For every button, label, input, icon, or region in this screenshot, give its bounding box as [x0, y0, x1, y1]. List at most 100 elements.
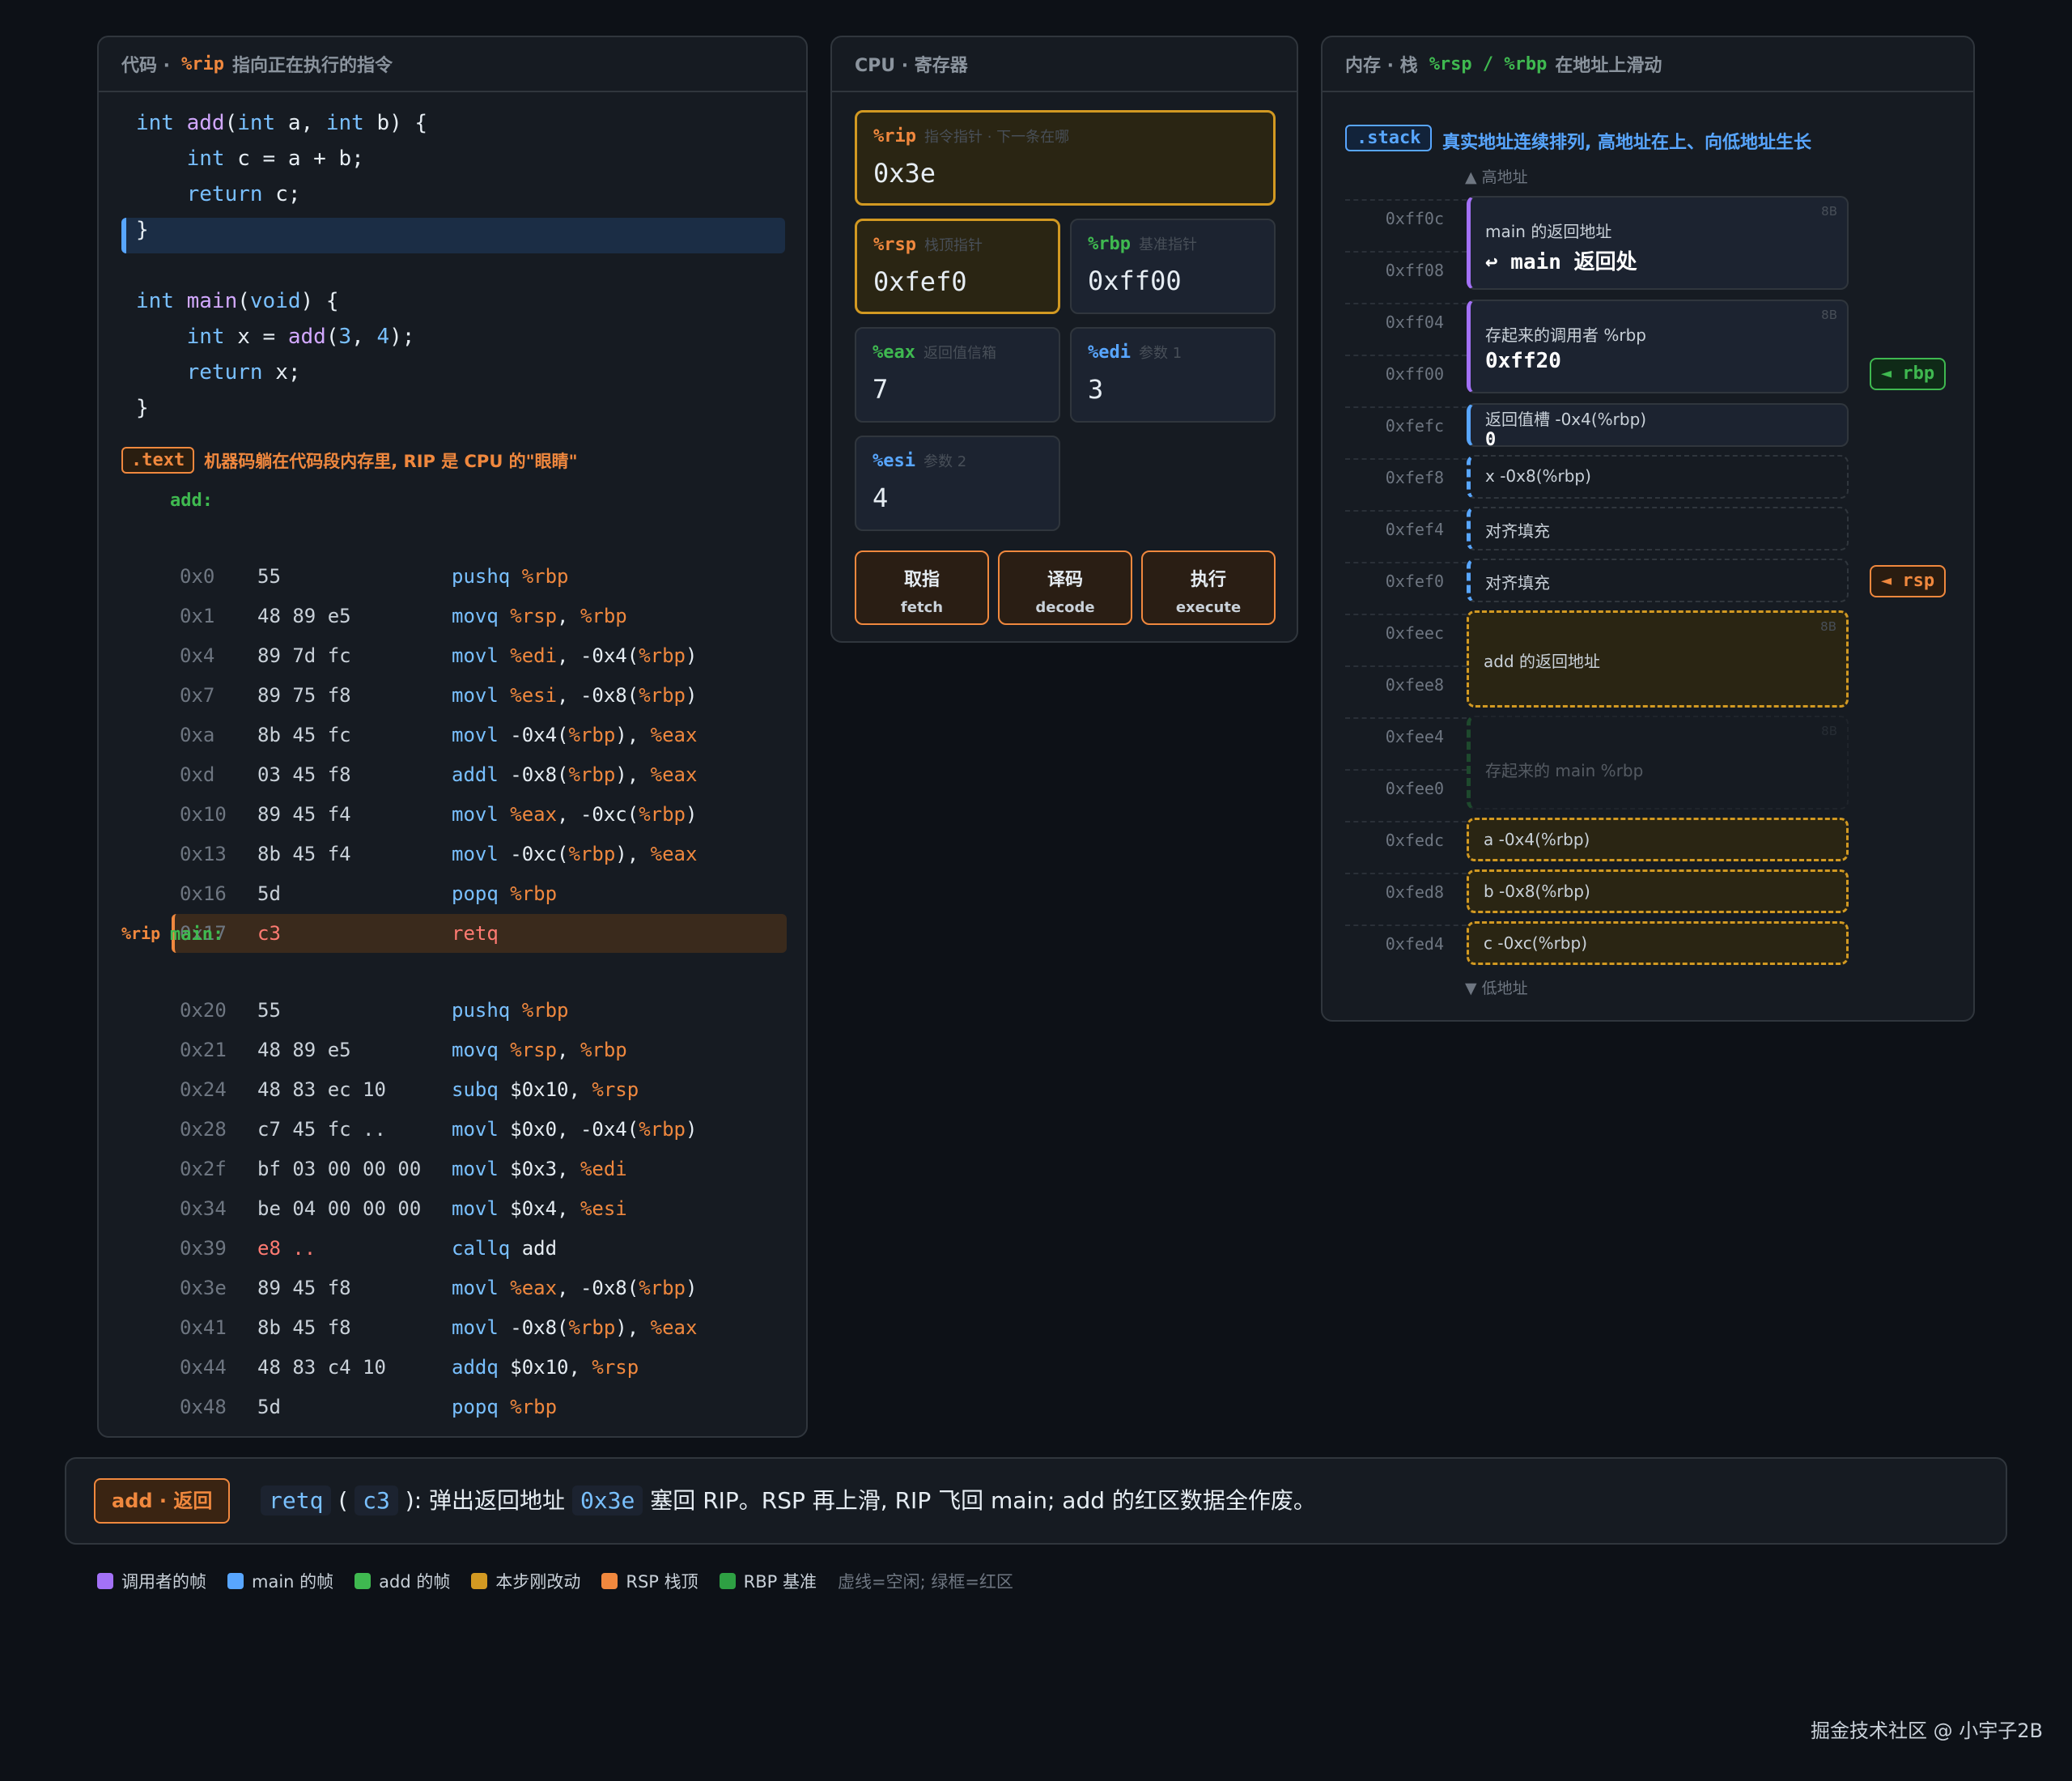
code-panel-header: 代码 · %rip 指向正在执行的指令: [99, 37, 806, 92]
asm-address: 0x16: [180, 882, 227, 905]
register-rbp-desc: 基准指针: [1138, 236, 1197, 253]
memory-address-label: 0xfee0: [1385, 779, 1444, 798]
source-line: }: [136, 218, 149, 242]
legend-label: 本步刚改动: [495, 1572, 581, 1592]
asm-instruction: movl -0x8(%rbp), %eax: [452, 1308, 697, 1347]
asm-args: %edi, -0x4(%rbp): [510, 644, 698, 667]
asm-row: 0x20 55 pushq %rbp: [99, 991, 806, 1030]
asm-bytes: 89 75 f8: [257, 684, 351, 707]
asm-instruction: retq: [452, 1427, 510, 1436]
rsp-pointer-marker: ◄ rsp: [1870, 565, 1946, 597]
asm-args: $0x0, -0x4(%rbp): [510, 1118, 698, 1141]
stage-execute-en: execute: [1175, 599, 1242, 616]
asm-instruction: movl %eax, -0x8(%rbp): [452, 1269, 697, 1307]
stage-fetch-zh: 取指: [903, 570, 940, 590]
asm-bytes: bf 03 00 00 00: [257, 1158, 422, 1180]
memory-address-label: 0xfefc: [1385, 416, 1444, 436]
source-line: int x = add(3, 4);: [186, 325, 415, 349]
status-text-paren: (: [331, 1487, 355, 1514]
text-segment-desc: 机器码躺在代码段内存里, RIP 是 CPU 的"眼睛": [204, 451, 578, 471]
asm-opcode: movl: [452, 644, 499, 667]
asm-args: -0x8(%rbp), %eax: [510, 1316, 698, 1339]
register-rbp-name: %rbp: [1088, 234, 1131, 254]
stage-decode-zh: 译码: [1047, 570, 1083, 590]
asm-address: 0x28: [180, 1118, 227, 1141]
asm-bytes: c3: [257, 922, 281, 945]
asm-bytes: 89 7d fc: [257, 644, 351, 667]
asm-row: 0xd 03 45 f8 addl -0x8(%rbp), %eax: [99, 755, 806, 794]
asm-instruction: movl $0x4, %esi: [452, 1189, 627, 1228]
register-eax: %eax 返回值信箱 7: [855, 327, 1060, 423]
asm-bytes: be 04 00 00 00: [257, 1197, 422, 1220]
asm-opcode: addl: [452, 763, 499, 786]
high-address-label: ▲ 高地址: [1465, 168, 1528, 186]
slot-main-return-value: ↩ main 返回处: [1485, 250, 1637, 274]
asm-bytes: 8b 45 fc: [257, 724, 351, 746]
asm-address: 0x34: [180, 1197, 227, 1220]
asm-address: 0xa: [180, 724, 215, 746]
status-text-part1: ): 弹出返回地址: [397, 1487, 572, 1514]
address-divider: [1345, 925, 1467, 926]
slot-size-label: 8B: [1821, 724, 1837, 738]
address-divider: [1345, 303, 1467, 304]
status-code-retq: retq: [261, 1486, 332, 1515]
asm-bytes: e8 ..: [257, 1237, 316, 1260]
asm-bytes: 55: [257, 565, 281, 588]
address-divider: [1345, 251, 1467, 253]
legend-note: 虚线=空闲; 绿框=红区: [837, 1572, 1013, 1592]
asm-instruction: addq $0x10, %rsp: [452, 1348, 639, 1387]
asm-row: 0x10 89 45 f4 movl %eax, -0xc(%rbp): [99, 795, 806, 834]
stage-execute-button[interactable]: 执行 execute: [1141, 550, 1276, 625]
slot-add-return-label: add 的返回地址: [1484, 652, 1601, 671]
code-panel: 代码 · %rip 指向正在执行的指令 int add(int a, int b…: [97, 36, 808, 1438]
asm-label-main: main:: [170, 925, 224, 945]
code-panel-title-highlight: %rip: [181, 53, 225, 74]
asm-instruction: movq %rsp, %rbp: [452, 1031, 627, 1069]
cpu-panel-header: CPU · 寄存器: [832, 37, 1297, 92]
asm-row: 0x49 c3 retq: [99, 1427, 806, 1436]
stack-segment-tag: .stack: [1345, 125, 1433, 151]
slot-main-return-label: main 的返回地址: [1485, 222, 1612, 241]
text-segment-note: .text 机器码躺在代码段内存里, RIP 是 CPU 的"眼睛": [121, 447, 578, 474]
legend-swatch: [719, 1573, 736, 1589]
asm-bytes: 5d: [257, 882, 281, 905]
asm-address: 0x20: [180, 999, 227, 1022]
legend-item-changed: 本步刚改动: [471, 1569, 580, 1593]
asm-opcode: movl: [452, 1316, 499, 1339]
legend-swatch: [471, 1573, 488, 1589]
asm-args: %rsp, %rbp: [510, 605, 627, 627]
stage-decode-en: decode: [1035, 599, 1095, 616]
code-panel-title-rest: 指向正在执行的指令: [232, 56, 393, 76]
asm-opcode: popq: [452, 882, 499, 905]
asm-instruction: movl %edi, -0x4(%rbp): [452, 636, 697, 675]
slot-b-label: b -0x8(%rbp): [1484, 882, 1590, 901]
asm-bytes: 5d: [257, 1396, 281, 1418]
stage-fetch-button[interactable]: 取指 fetch: [855, 550, 989, 625]
stage-decode-button[interactable]: 译码 decode: [998, 550, 1132, 625]
asm-address: 0x49: [180, 1427, 227, 1436]
asm-args: %esi, -0x8(%rbp): [510, 684, 698, 707]
address-divider: [1345, 717, 1467, 719]
asm-opcode: callq: [452, 1237, 511, 1260]
slot-padding-1-label: 对齐填充: [1485, 521, 1550, 541]
asm-row: 0xa 8b 45 fc movl -0x4(%rbp), %eax: [99, 716, 806, 754]
register-rip: %rip 指令指针 · 下一条在哪 0x3e: [855, 110, 1276, 206]
memory-address-label: 0xfed8: [1385, 882, 1444, 902]
register-eax-name: %eax: [873, 342, 915, 363]
asm-instruction: popq %rbp: [452, 1388, 557, 1426]
asm-row: 0x1 48 89 e5 movq %rsp, %rbp: [99, 597, 806, 635]
asm-address: 0x1: [180, 605, 215, 627]
memory-panel-header: 内存 · 栈 %rsp / %rbp 在地址上滑动: [1323, 37, 1973, 92]
asm-row: 0x13 8b 45 f4 movl -0xc(%rbp), %eax: [99, 835, 806, 873]
asm-bytes: 48 89 e5: [257, 605, 351, 627]
stage-fetch-en: fetch: [900, 599, 944, 616]
slot-add-return-address: 8B add 的返回地址: [1467, 610, 1849, 708]
slot-x: x -0x8(%rbp): [1467, 455, 1849, 499]
asm-instruction: movl -0x4(%rbp), %eax: [452, 716, 697, 754]
memory-address-label: 0xfeec: [1385, 623, 1444, 643]
asm-opcode: addq: [452, 1356, 499, 1379]
asm-opcode: popq: [452, 1396, 499, 1418]
memory-address-label: 0xfed4: [1385, 934, 1444, 954]
asm-args: %rbp: [510, 1396, 558, 1418]
legend-swatch: [227, 1573, 244, 1589]
